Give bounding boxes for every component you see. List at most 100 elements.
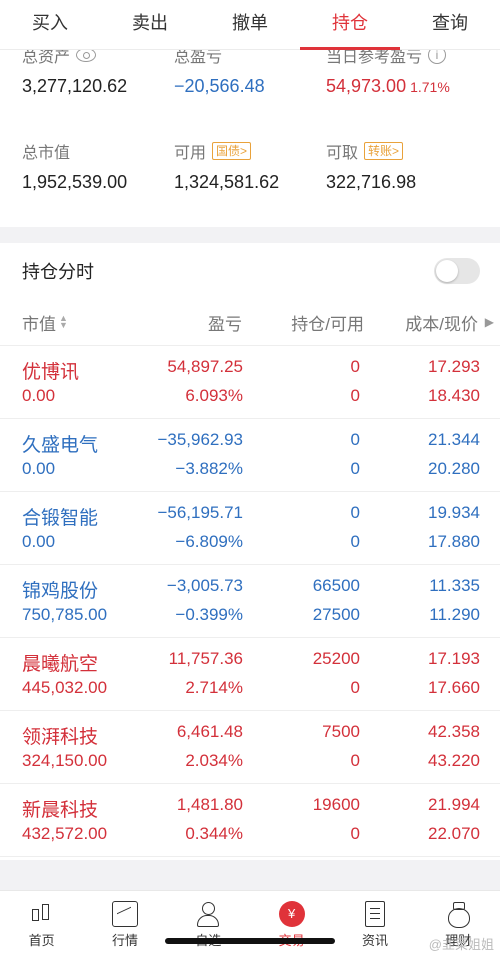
- stock-holding: 19600: [312, 795, 360, 814]
- stock-available: 0: [350, 459, 360, 478]
- stock-holding: 66500: [312, 576, 360, 595]
- stock-pl-percent: 2.714%: [185, 678, 243, 697]
- stock-market-value: 445,032.00: [22, 678, 108, 697]
- stock-cost: 21.344: [428, 430, 480, 449]
- stock-holding: 7500: [322, 722, 360, 741]
- stock-holding: 25200: [312, 649, 360, 668]
- column-cost-price[interactable]: 成本/现价: [405, 310, 478, 335]
- watermark: @韭菜姐姐: [428, 937, 494, 952]
- today-pl-value: 54,973.00: [326, 76, 407, 96]
- withdrawable-value: 322,716.98: [326, 172, 417, 192]
- stock-price: 22.070: [428, 824, 480, 843]
- intraday-toggle[interactable]: [434, 258, 480, 284]
- stock-pl: 6,461.48: [176, 722, 243, 741]
- nav-home[interactable]: 首页: [0, 891, 83, 956]
- total-pl: 总盈亏 −20,566.48: [174, 50, 334, 97]
- chart-icon: [111, 901, 138, 927]
- top-tab-bar: 买入 卖出 撤单 持仓 查询: [0, 0, 500, 50]
- table-row[interactable]: 领湃科技 324,150.00 6,461.48 2.034% 7500 0 4…: [0, 711, 500, 784]
- stock-pl: −56,195.71: [157, 503, 243, 522]
- column-position[interactable]: 持仓/可用: [291, 310, 364, 335]
- stock-available: 0: [350, 532, 360, 551]
- stock-price: 18.430: [428, 386, 480, 405]
- stock-market-value: 324,150.00: [22, 751, 108, 770]
- table-row[interactable]: 新晨科技 432,572.00 1,481.80 0.344% 19600 0 …: [0, 784, 500, 857]
- holdings-header: 持仓分时: [0, 243, 500, 299]
- treasury-bond-tag[interactable]: 国债>: [212, 142, 252, 160]
- column-pl[interactable]: 盈亏: [208, 310, 242, 335]
- nav-market[interactable]: 行情: [83, 891, 166, 956]
- stock-pl: 54,897.25: [167, 357, 243, 376]
- today-pl-label: 当日参考盈亏: [326, 50, 423, 66]
- stock-cost: 21.994: [428, 795, 480, 814]
- stock-holding: 0: [350, 357, 360, 376]
- stock-name: 锦鸡股份: [22, 581, 99, 602]
- holdings-title: 持仓分时: [22, 262, 94, 282]
- stock-cost: 17.193: [428, 649, 480, 668]
- stock-cost: 19.934: [428, 503, 480, 522]
- stock-market-value: 432,572.00: [22, 824, 108, 843]
- stock-cost: 17.293: [428, 357, 480, 376]
- stock-cost: 11.335: [429, 576, 480, 595]
- stock-pl-percent: 0.344%: [185, 824, 243, 843]
- tab-positions[interactable]: 持仓: [300, 0, 400, 50]
- market-value-value: 1,952,539.00: [22, 172, 128, 192]
- user-icon: [195, 901, 221, 927]
- tab-buy[interactable]: 买入: [0, 0, 100, 49]
- total-pl-value: −20,566.48: [174, 76, 265, 96]
- nav-watchlist[interactable]: 自选: [167, 891, 250, 956]
- stock-market-value: 750,785.00: [22, 605, 108, 624]
- eye-icon[interactable]: [76, 50, 97, 62]
- stock-available: 0: [350, 386, 360, 405]
- scroll-right-icon[interactable]: ▶: [485, 315, 494, 329]
- total-assets-value: 3,277,120.62: [22, 76, 128, 96]
- stock-pl: −35,962.93: [157, 430, 243, 449]
- stock-pl-percent: 6.093%: [185, 386, 243, 405]
- stock-pl-percent: −6.809%: [175, 532, 243, 551]
- candlestick-icon: [29, 901, 55, 927]
- market-value-label: 总市值: [22, 145, 71, 162]
- stock-price: 17.880: [428, 532, 480, 551]
- stock-available: 0: [350, 678, 360, 697]
- withdrawable-funds: 可取 转账> 322,716.98: [326, 140, 486, 193]
- market-value: 总市值 1,952,539.00: [22, 140, 182, 193]
- stock-name: 领湃科技: [22, 727, 99, 748]
- table-row[interactable]: 优博讯 0.00 54,897.25 6.093% 0 0 17.293 18.…: [0, 346, 500, 419]
- stock-name: 久盛电气: [22, 435, 99, 456]
- home-indicator[interactable]: [165, 938, 335, 944]
- stock-available: 27500: [312, 605, 360, 624]
- withdrawable-label: 可取: [326, 145, 359, 162]
- column-market-value[interactable]: 市值 ▲ ▼: [22, 310, 68, 335]
- tab-query[interactable]: 查询: [400, 0, 500, 49]
- stock-name: 晨曦航空: [22, 654, 99, 675]
- stock-price: 20.280: [428, 459, 480, 478]
- info-icon[interactable]: i: [428, 50, 447, 64]
- holdings-panel: 持仓分时 市值 ▲ ▼ 盈亏 持仓/可用 成本/现价 ▶ 优博讯 0.00 54,…: [0, 243, 500, 860]
- stock-pl: −3,005.73: [166, 576, 243, 595]
- available-label: 可用: [174, 145, 207, 162]
- today-pl: 当日参考盈亏 i 54,973.00 1.71%: [326, 50, 500, 97]
- tab-cancel-order[interactable]: 撤单: [200, 0, 300, 49]
- stock-price: 11.290: [429, 605, 480, 624]
- stock-market-value: 0.00: [22, 459, 56, 478]
- table-row[interactable]: 合锻智能 0.00 −56,195.71 −6.809% 0 0 19.934 …: [0, 492, 500, 565]
- tab-sell[interactable]: 卖出: [100, 0, 200, 49]
- stock-pl: 1,481.80: [176, 795, 243, 814]
- stock-pl-percent: −0.399%: [175, 605, 243, 624]
- trade-icon: ¥: [278, 901, 305, 927]
- total-pl-label: 总盈亏: [174, 50, 223, 66]
- nav-news[interactable]: 资讯: [333, 891, 416, 956]
- table-row[interactable]: 久盛电气 0.00 −35,962.93 −3.882% 0 0 21.344 …: [0, 419, 500, 492]
- stock-pl-percent: −3.882%: [175, 459, 243, 478]
- stock-holding: 0: [350, 430, 360, 449]
- stock-name: 合锻智能: [22, 508, 99, 529]
- table-row[interactable]: 锦鸡股份 750,785.00 −3,005.73 −0.399% 66500 …: [0, 565, 500, 638]
- stock-available: 0: [350, 751, 360, 770]
- today-pl-percent: 1.71%: [410, 79, 450, 95]
- available-funds: 可用 国债> 1,324,581.62: [174, 140, 334, 193]
- nav-trade[interactable]: ¥ 交易: [250, 891, 333, 956]
- bottom-nav-bar: 首页 行情 自选 ¥ 交易 资讯 理财: [0, 890, 500, 956]
- transfer-tag[interactable]: 转账>: [364, 142, 404, 160]
- table-row[interactable]: 晨曦航空 445,032.00 11,757.36 2.714% 25200 0…: [0, 638, 500, 711]
- moneybag-icon: [445, 901, 471, 928]
